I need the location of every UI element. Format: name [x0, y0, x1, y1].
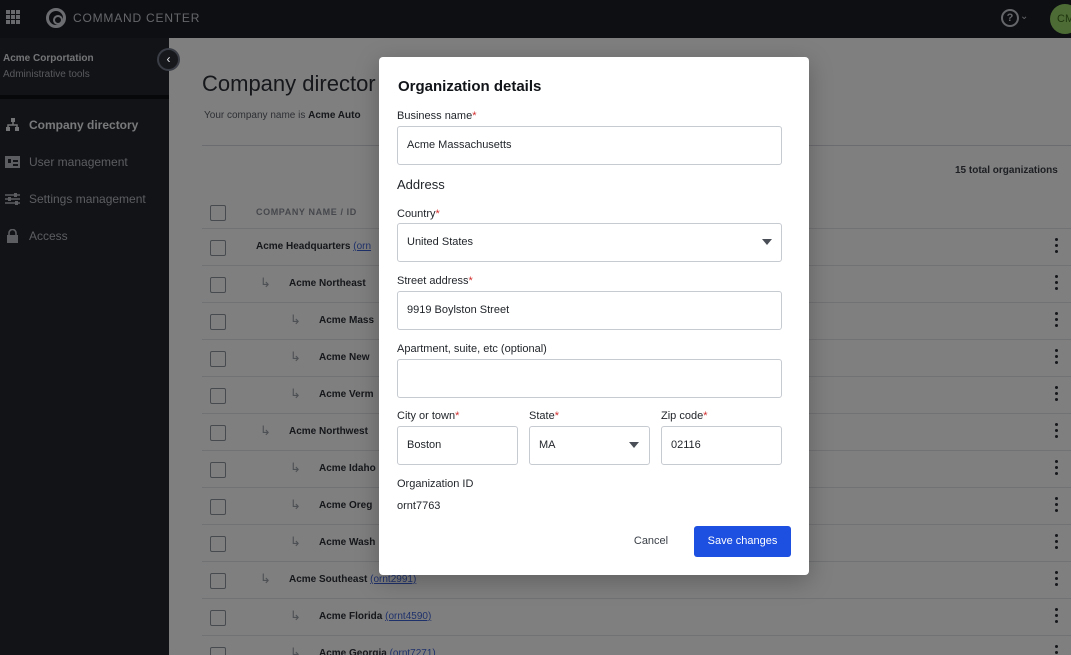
street-address-label-text: Street address	[397, 275, 469, 287]
required-marker: *	[554, 410, 559, 422]
state-select-value: MA	[539, 439, 556, 451]
required-marker: *	[472, 110, 477, 122]
business-name-label: Business name*	[397, 110, 477, 122]
business-name-input[interactable]: Acme Massachusetts	[397, 126, 782, 165]
apartment-input[interactable]	[397, 359, 782, 398]
city-input[interactable]: Boston	[397, 426, 518, 465]
zip-code-label-text: Zip code	[661, 410, 704, 422]
business-name-label-text: Business name	[397, 110, 473, 122]
state-label: State*	[529, 410, 559, 422]
street-address-input[interactable]: 9919 Boylston Street	[397, 291, 782, 330]
required-marker: *	[455, 410, 460, 422]
collapse-sidebar-button[interactable]: ‹	[157, 48, 180, 71]
organization-id-label: Organization ID	[397, 478, 474, 490]
chevron-down-icon	[629, 442, 639, 448]
country-select[interactable]: United States	[397, 223, 782, 262]
required-marker: *	[435, 208, 440, 220]
street-address-label: Street address*	[397, 275, 473, 287]
chevron-down-icon	[762, 239, 772, 245]
dialog-title: Organization details	[398, 78, 542, 95]
organization-id-value: ornt7763	[397, 500, 441, 512]
state-label-text: State	[529, 410, 555, 422]
required-marker: *	[703, 410, 708, 422]
save-changes-button[interactable]: Save changes	[694, 526, 791, 557]
country-select-value: United States	[407, 236, 474, 248]
state-select[interactable]: MA	[529, 426, 650, 465]
required-marker: *	[468, 275, 473, 287]
zip-code-input[interactable]: 02116	[661, 426, 782, 465]
city-label: City or town*	[397, 410, 459, 422]
address-heading: Address	[397, 177, 445, 192]
cancel-button[interactable]: Cancel	[623, 526, 679, 557]
country-label: Country*	[397, 208, 440, 220]
zip-code-label: Zip code*	[661, 410, 707, 422]
organization-details-dialog: Organization details Business name* Acme…	[379, 57, 809, 575]
city-label-text: City or town	[397, 410, 456, 422]
country-label-text: Country	[397, 208, 436, 220]
apartment-label: Apartment, suite, etc (optional)	[397, 343, 547, 355]
